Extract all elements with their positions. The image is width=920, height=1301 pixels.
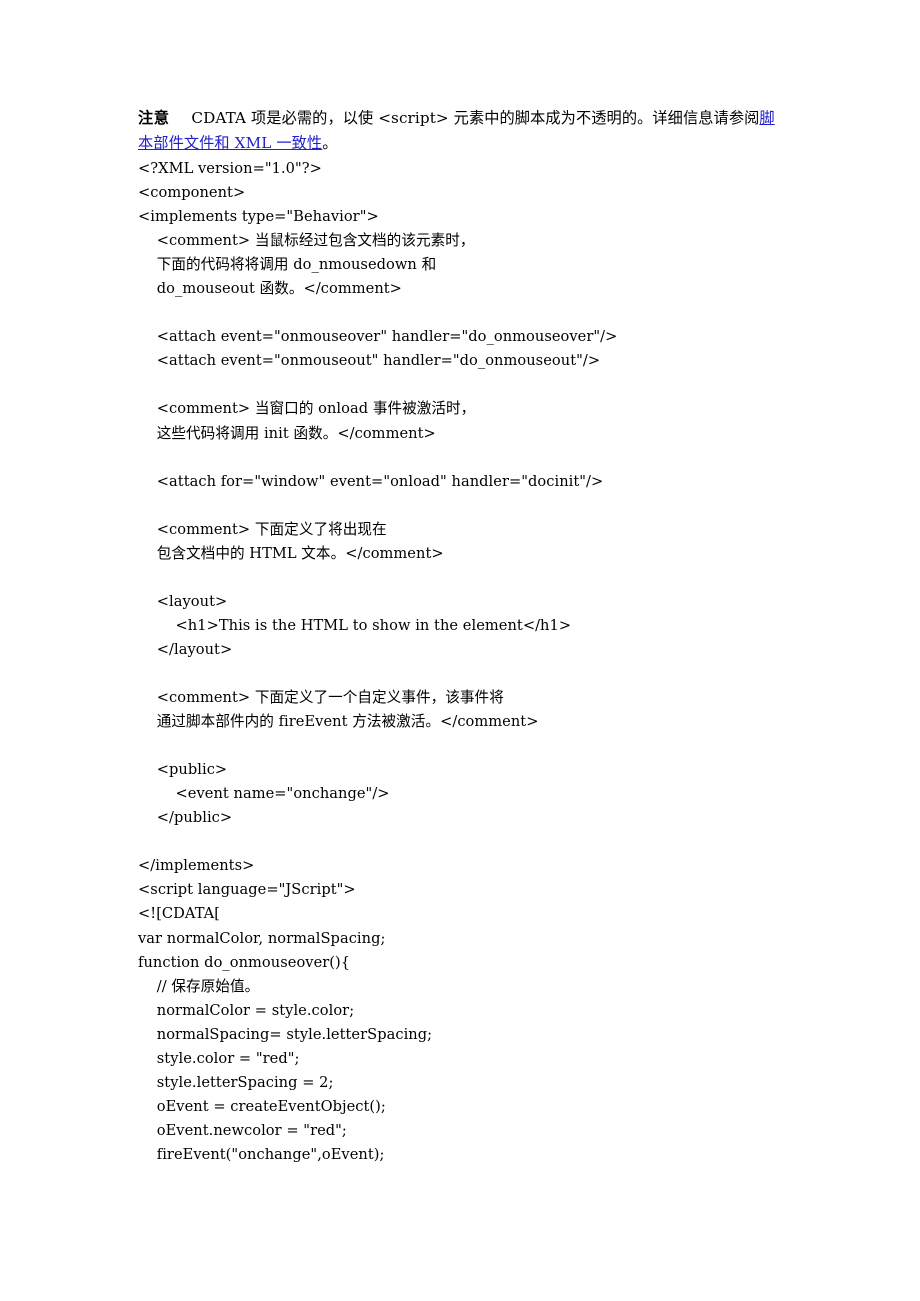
- code-line: 通过脚本部件内的 fireEvent 方法被激活。</comment>: [138, 713, 539, 731]
- code-line: var normalColor, normalSpacing;: [138, 929, 386, 947]
- code-line: <event name="onchange"/>: [138, 785, 390, 803]
- code-line: <![CDATA[: [138, 905, 221, 923]
- code-line: 这些代码将调用 init 函数。</comment>: [138, 424, 436, 442]
- code-line: do_mouseout 函数。</comment>: [138, 280, 402, 298]
- code-line: </layout>: [138, 640, 233, 658]
- note-label: 注意: [138, 109, 170, 127]
- code-block: <?XML version="1.0"?> <component> <impleme…: [138, 157, 786, 1167]
- code-line: <implements type="Behavior">: [138, 208, 379, 226]
- code-line: </implements>: [138, 857, 255, 875]
- code-line: </public>: [138, 809, 233, 827]
- code-line: <attach event="onmouseover" handler="do_…: [138, 328, 618, 346]
- code-line: <public>: [138, 761, 228, 779]
- document-page: 注意 CDATA 项是必需的，以使 <script> 元素中的脚本成为不透明的。详…: [0, 0, 920, 1301]
- code-line: <comment> 当鼠标经过包含文档的该元素时，: [138, 232, 475, 250]
- code-line: <layout>: [138, 592, 228, 610]
- note-paragraph: 注意 CDATA 项是必需的，以使 <script> 元素中的脚本成为不透明的。详…: [138, 106, 786, 156]
- code-line: <attach for="window" event="onload" hand…: [138, 472, 604, 490]
- code-line: style.letterSpacing = 2;: [138, 1073, 334, 1091]
- code-line: normalSpacing= style.letterSpacing;: [138, 1025, 433, 1043]
- code-line: <attach event="onmouseout" handler="do_o…: [138, 352, 601, 370]
- note-text-before-link: CDATA 项是必需的，以使 <script> 元素中的脚本成为不透明的。详细信…: [191, 109, 760, 127]
- code-line: <comment> 下面定义了将出现在: [138, 520, 387, 538]
- code-line: <script language="JScript">: [138, 881, 356, 899]
- note-text-after-link: 。: [322, 134, 338, 152]
- code-line: 下面的代码将将调用 do_nmousedown 和: [138, 256, 437, 274]
- code-line: oEvent = createEventObject();: [138, 1097, 386, 1115]
- code-line: fireEvent("onchange",oEvent);: [138, 1145, 385, 1163]
- code-line: // 保存原始值。: [138, 977, 260, 995]
- code-line: <?XML version="1.0"?>: [138, 160, 322, 177]
- code-line: 包含文档中的 HTML 文本。</comment>: [138, 544, 444, 562]
- code-line: <component>: [138, 184, 246, 202]
- code-line: <comment> 下面定义了一个自定义事件，该事件将: [138, 689, 504, 707]
- code-line: <comment> 当窗口的 onload 事件被激活时，: [138, 400, 476, 418]
- document-content: 注意 CDATA 项是必需的，以使 <script> 元素中的脚本成为不透明的。详…: [138, 106, 786, 1167]
- code-line: normalColor = style.color;: [138, 1001, 355, 1019]
- code-line: <h1>This is the HTML to show in the elem…: [138, 616, 572, 634]
- code-line: oEvent.newcolor = "red";: [138, 1121, 347, 1139]
- code-line: style.color = "red";: [138, 1049, 300, 1067]
- code-line: function do_onmouseover(){: [138, 953, 351, 971]
